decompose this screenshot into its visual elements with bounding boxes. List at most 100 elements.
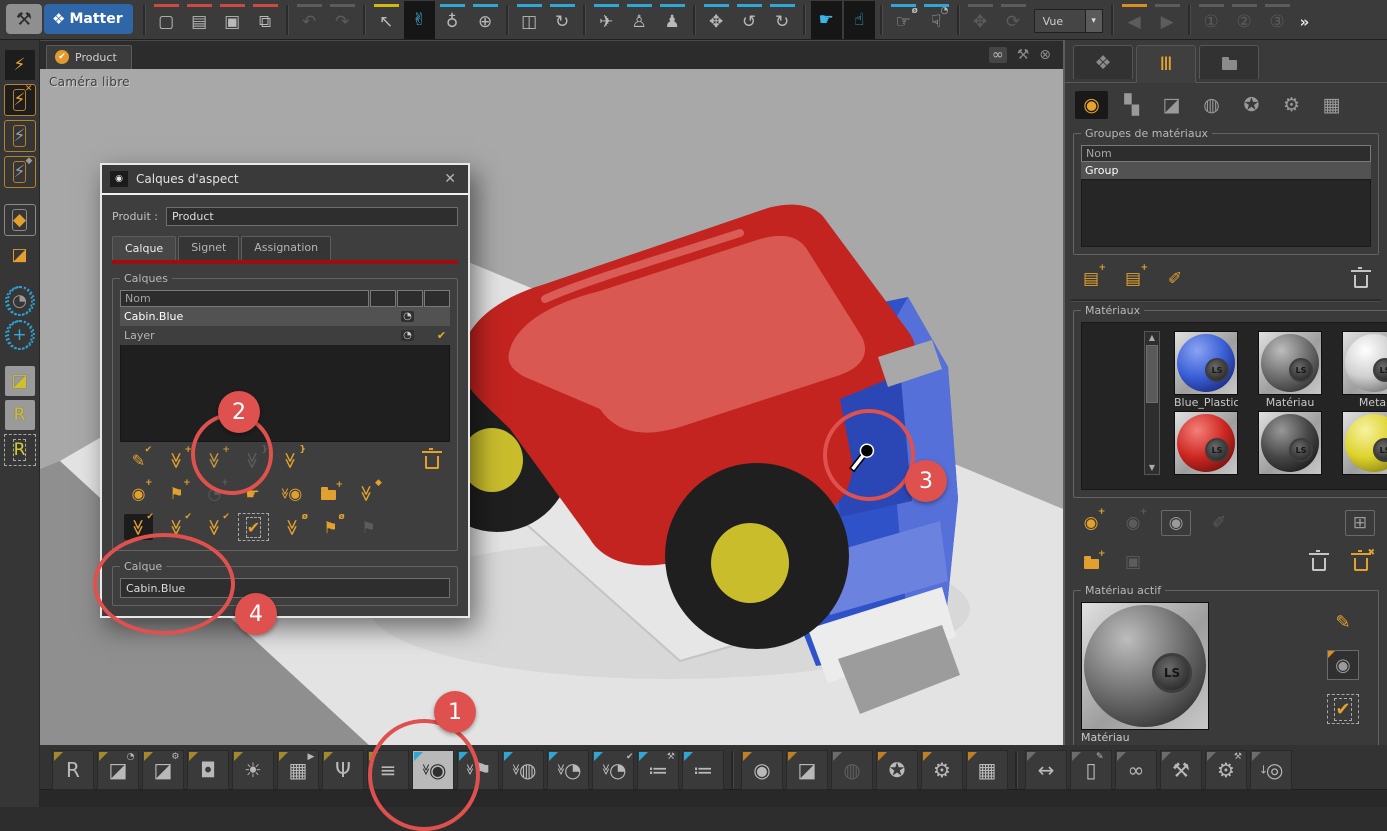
environments-library-button[interactable]: ◍ [831, 750, 873, 790]
previous-view-button[interactable]: ◀ [1119, 6, 1150, 37]
import-target-button[interactable]: →◎ [1250, 750, 1292, 790]
viewport-settings-button[interactable]: ⚒ [1017, 47, 1030, 63]
material-item-Blue_Plastic[interactable]: LSBlue_Plastic [1174, 331, 1238, 411]
matter-logo-button[interactable]: ❖ Matter [44, 4, 133, 34]
new-tag-layer-button[interactable]: ⚑+ [162, 480, 191, 506]
material-preview-button[interactable]: ◉ [1161, 510, 1191, 536]
camera-3-button[interactable]: ③ [1262, 6, 1293, 37]
validate-pipette-button[interactable]: ✎✔ [124, 447, 153, 473]
clean-material-button[interactable]: ✐ [1205, 511, 1233, 535]
column-lock[interactable] [397, 290, 423, 307]
textures-library-button[interactable]: ◪ [786, 750, 828, 790]
save-as-button[interactable]: ⧉ [250, 6, 281, 37]
stereo-glasses-button[interactable]: ∞ [1115, 750, 1157, 790]
cat-materials-button[interactable]: ◉ [1075, 91, 1108, 119]
orbit-tool[interactable]: ♁ [437, 6, 468, 37]
purge-materials-button[interactable]: ✖ [1347, 550, 1375, 574]
animation-button[interactable]: ▦▶ [277, 750, 319, 790]
save-material-button[interactable]: ▣ [1119, 550, 1147, 574]
column-nom[interactable]: Nom [120, 290, 369, 307]
cat-effects-button[interactable]: ⚙ [1275, 91, 1308, 119]
layers-hidden-button[interactable]: ≫ø [278, 514, 307, 540]
column-active[interactable] [424, 290, 450, 307]
chevron-down-icon[interactable]: ▾ [1085, 10, 1102, 32]
interact-tool[interactable]: ☛ [811, 1, 842, 39]
tag-hidden-button[interactable]: ⚑ø [316, 514, 345, 540]
group-list-empty-area[interactable] [1081, 179, 1371, 247]
layer-row-layer[interactable]: Layer◔✔ [120, 326, 450, 345]
cat-shapes-button[interactable]: ✪ [1235, 91, 1268, 119]
show-all-layers-button[interactable]: ≫✔ [124, 514, 153, 540]
material-item-unnamed-5[interactable]: LS [1342, 411, 1387, 490]
snapshot-history-button[interactable]: ◪◔ [97, 750, 139, 790]
calque-name-field[interactable]: Cabin.Blue [120, 578, 450, 598]
add-layer-button[interactable]: ≫+ [162, 447, 191, 473]
material-item-Matériau[interactable]: LSMatériau [1258, 331, 1322, 411]
active-material-ball-button[interactable]: ◉ [1327, 650, 1359, 680]
annotation-button[interactable]: ▯✎ [1070, 750, 1112, 790]
dialog-close-button[interactable]: ✕ [440, 171, 460, 187]
settings-sliders-button[interactable]: ≡ [367, 750, 409, 790]
dialog-tab-signet[interactable]: Signet [178, 236, 239, 260]
presentation-button[interactable]: ◪ [5, 240, 35, 270]
postprocess-library-button[interactable]: ▦ [966, 750, 1008, 790]
cat-textures-button[interactable]: ▚ [1115, 91, 1148, 119]
realtime-render-toggle[interactable]: ⚡ [5, 50, 35, 80]
rtab-library[interactable]: Ⅲ [1136, 45, 1196, 83]
render-window-button[interactable]: ⚡ [4, 120, 36, 152]
materials-library-button[interactable]: ◉ [741, 750, 783, 790]
cat-images-button[interactable]: ◪ [1155, 91, 1188, 119]
effects-library-button[interactable]: ⚙ [921, 750, 963, 790]
new-file-button[interactable]: ▢ [151, 6, 182, 37]
camera-frame-tool[interactable]: ◫ [514, 6, 545, 37]
link-cameras-button[interactable]: ∞ [989, 47, 1007, 63]
add-group-from-button[interactable]: ▤+ [1119, 267, 1147, 291]
render-window-off-button[interactable]: ⚡✕ [4, 84, 36, 116]
thumbnail-layout-button[interactable]: ⊞ [1345, 510, 1375, 536]
move-view-button[interactable]: ✥ [965, 6, 996, 37]
materials-scrollbar[interactable]: ▲▼ [1144, 331, 1160, 475]
capture-frame-button[interactable]: ◆ [4, 204, 36, 236]
visibility-layers-button[interactable]: ≫◔ [547, 750, 589, 790]
material-item-unnamed-3[interactable]: LS [1174, 411, 1238, 490]
show-layer-button[interactable]: ≫✔ [162, 514, 191, 540]
assign-to-layer-button[interactable]: ☛ [238, 480, 267, 506]
cat-environments-button[interactable]: ◍ [1195, 91, 1228, 119]
extract-to-layer-button[interactable]: ≫◆ [352, 480, 381, 506]
active-material-thumbnail[interactable]: LSMatériau [1081, 602, 1209, 746]
configuration-tools-button[interactable]: ≔⚒ [637, 750, 679, 790]
camera-1-button[interactable]: ① [1196, 6, 1227, 37]
configuration-list-button[interactable]: ≔ [682, 750, 724, 790]
eye-icon[interactable]: ◔ [401, 311, 414, 322]
dialog-title-bar[interactable]: ◉ Calques d'aspect ✕ [102, 165, 468, 195]
position-layers-button[interactable]: ≫⚑ [457, 750, 499, 790]
render-button[interactable]: R [52, 750, 94, 790]
render-region-button[interactable]: R [4, 434, 36, 466]
group-row[interactable]: Group [1081, 162, 1371, 179]
extract-layer-disabled-button[interactable]: ≫} [238, 447, 267, 473]
groups-column-nom[interactable]: Nom [1081, 145, 1371, 162]
pick-material-button[interactable]: ✎ [1328, 608, 1358, 636]
rotate-manipulator[interactable]: ↺ [734, 6, 765, 37]
toolbar-overflow-button[interactable]: » [1300, 13, 1310, 31]
render-output-button[interactable]: R [5, 400, 35, 430]
image-output-button[interactable]: ◪ [5, 366, 35, 396]
add-mode-button[interactable]: + [5, 320, 35, 350]
rotate-world-manipulator[interactable]: ↻ [767, 6, 798, 37]
validate-layers-button[interactable]: ≫◔✔ [592, 750, 634, 790]
measure-button[interactable]: ↔ [1025, 750, 1067, 790]
open-file-button[interactable]: ▤ [184, 6, 215, 37]
video-button[interactable]: ◘ [187, 750, 229, 790]
rtab-shapes[interactable]: ❖ [1073, 45, 1133, 79]
aspect-layers-button[interactable]: ≫◉ [412, 750, 454, 790]
pan-hand-tool[interactable]: ✌ [404, 1, 435, 39]
produit-field[interactable]: Product [166, 207, 458, 226]
reset-view-button[interactable]: ⟳ [998, 6, 1029, 37]
observe-mode-button[interactable]: ◔ [5, 286, 35, 316]
render-window-materials-button[interactable]: ⚡◆ [4, 156, 36, 188]
move-manipulator[interactable]: ✥ [701, 6, 732, 37]
new-visibility-layer-button[interactable]: ◔+ [200, 480, 229, 506]
dialog-tab-calque[interactable]: Calque [112, 236, 176, 260]
delete-material-button[interactable] [1305, 550, 1333, 574]
select-tool[interactable]: ↖ [371, 6, 402, 37]
